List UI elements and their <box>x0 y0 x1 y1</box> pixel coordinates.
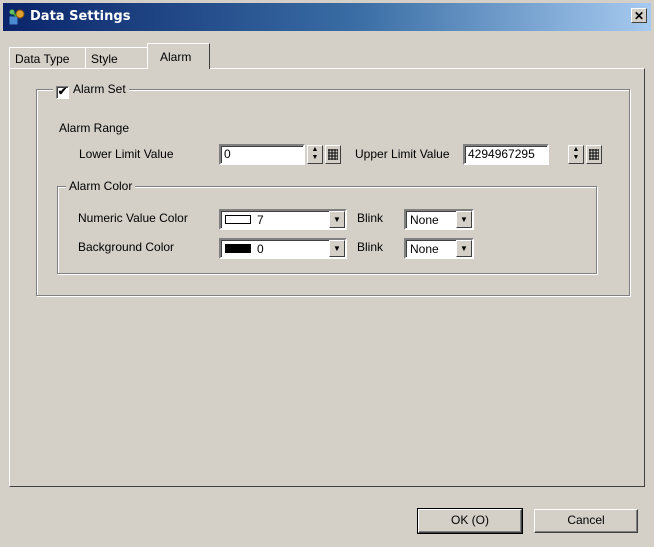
upper-limit-spinner[interactable]: ▲ ▼ <box>568 145 584 164</box>
chevron-down-icon[interactable]: ▼ <box>456 240 472 257</box>
background-blink-label: Blink <box>357 240 384 254</box>
background-blink-value: None <box>410 242 439 256</box>
upper-limit-label: Upper Limit Value <box>355 147 450 161</box>
alarm-color-legend: Alarm Color <box>66 179 136 193</box>
tab-label: Alarm <box>160 50 192 64</box>
alarm-set-group: ✔ Alarm Set Alarm Range Lower Limit Value… <box>36 82 630 296</box>
numeric-blink-label: Blink <box>357 211 384 225</box>
lower-limit-label: Lower Limit Value <box>79 147 174 161</box>
background-color-swatch <box>225 244 251 253</box>
background-color-select[interactable]: 0 ▼ <box>219 238 347 259</box>
tab-style[interactable]: Style <box>85 47 148 69</box>
data-settings-icon <box>8 9 25 26</box>
tab-data-type[interactable]: Data Type <box>9 47 86 69</box>
spin-up-icon[interactable]: ▲ <box>569 146 583 154</box>
alarm-set-checkbox[interactable]: ✔ <box>56 86 69 99</box>
numeric-color-select[interactable]: 7 ▼ <box>219 209 347 230</box>
chevron-down-icon[interactable]: ▼ <box>329 240 345 257</box>
numeric-blink-value: None <box>410 213 439 227</box>
chevron-down-icon[interactable]: ▼ <box>329 211 345 228</box>
upper-limit-input[interactable]: 4294967295 <box>463 144 549 165</box>
tab-label: Style <box>91 52 118 66</box>
close-button[interactable]: ✕ <box>631 8 647 23</box>
lower-limit-input[interactable]: 0 <box>219 144 305 165</box>
window-title: Data Settings <box>30 9 131 24</box>
alarm-color-group: Alarm Color Numeric Value Color 7 ▼ Blin… <box>57 179 597 274</box>
lower-limit-spinner[interactable]: ▲ ▼ <box>307 145 323 164</box>
cancel-button[interactable]: Cancel <box>534 509 638 533</box>
background-blink-select[interactable]: None ▼ <box>404 238 474 259</box>
numeric-color-swatch <box>225 215 251 224</box>
alarm-set-label: Alarm Set <box>73 82 126 96</box>
numeric-blink-select[interactable]: None ▼ <box>404 209 474 230</box>
ok-button[interactable]: OK (O) <box>417 508 523 534</box>
background-color-label: Background Color <box>78 240 175 254</box>
spin-up-icon[interactable]: ▲ <box>308 146 322 154</box>
close-icon: ✕ <box>633 9 645 23</box>
title-bar: Data Settings ✕ <box>3 3 651 31</box>
numeric-color-label: Numeric Value Color <box>78 211 188 225</box>
numeric-color-value: 7 <box>257 213 264 227</box>
tab-alarm[interactable]: Alarm <box>147 43 210 69</box>
background-color-value: 0 <box>257 242 264 256</box>
keypad-icon <box>589 149 599 160</box>
alarm-range-label: Alarm Range <box>59 121 130 135</box>
keypad-icon <box>328 149 338 160</box>
alarm-tab-panel: ✔ Alarm Set Alarm Range Lower Limit Value… <box>9 68 645 487</box>
data-settings-dialog: Data Settings ✕ Data Type Style Alarm ✔ A… <box>0 0 654 547</box>
chevron-down-icon[interactable]: ▼ <box>456 211 472 228</box>
spin-down-icon[interactable]: ▼ <box>569 154 583 162</box>
lower-limit-keypad-button[interactable] <box>325 145 341 164</box>
spin-down-icon[interactable]: ▼ <box>308 154 322 162</box>
alarm-set-legend: ✔ Alarm Set <box>53 82 129 99</box>
upper-limit-keypad-button[interactable] <box>586 145 602 164</box>
tab-label: Data Type <box>15 52 70 66</box>
